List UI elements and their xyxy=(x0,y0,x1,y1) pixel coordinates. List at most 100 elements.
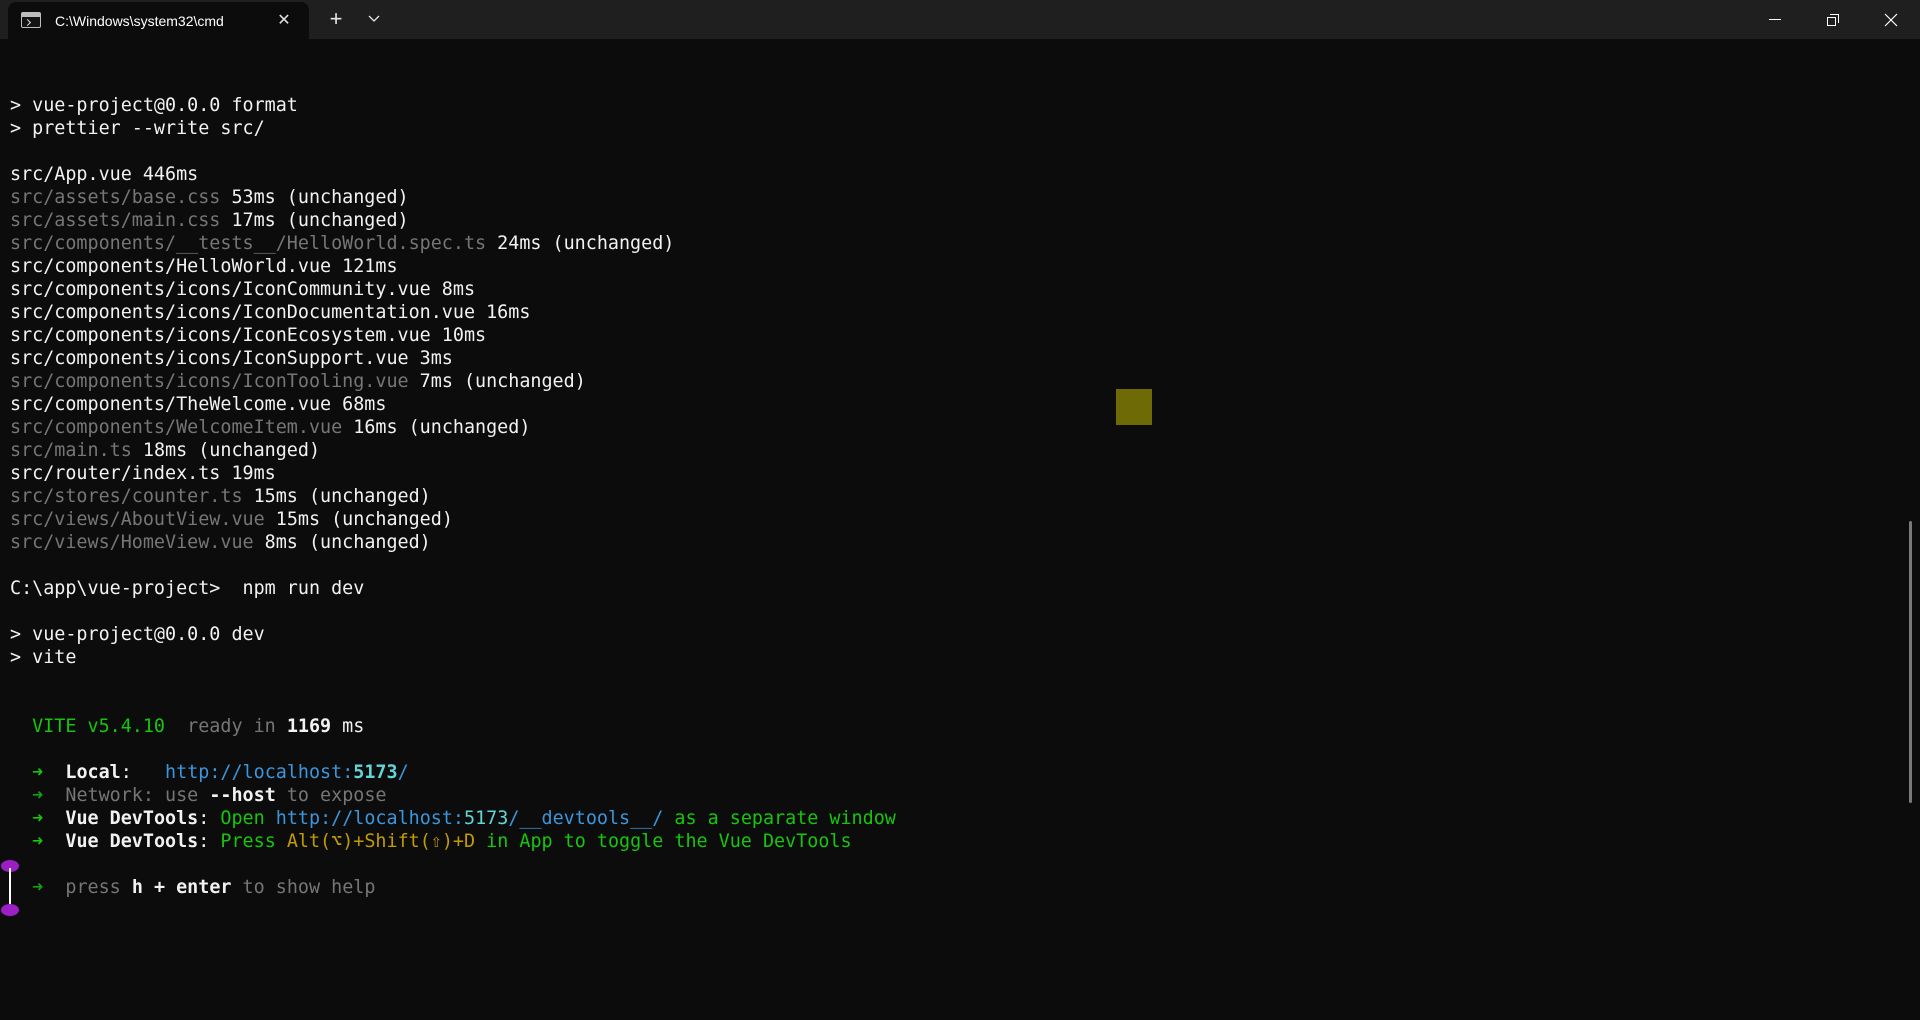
terminal-text: / xyxy=(397,762,409,783)
terminal-line: ➜ press h + enter to show help xyxy=(10,876,896,899)
terminal-text: Alt(⌥)+Shift(⇧)+D xyxy=(286,831,476,852)
terminal-text: as a separate window xyxy=(663,808,896,829)
terminal-line: src/components/icons/IconTooling.vue 7ms… xyxy=(10,370,896,393)
terminal-text: src/assets/base.css xyxy=(10,187,221,208)
terminal-line: > vue-project@0.0.0 format xyxy=(10,94,896,117)
terminal-text: press xyxy=(65,877,132,898)
close-window-button[interactable] xyxy=(1862,0,1920,39)
terminal-text: src/views/HomeView.vue xyxy=(10,532,254,553)
terminal-line: ➜ Local: http://localhost:5173/ xyxy=(10,761,896,784)
terminal-text: src/components/WelcomeItem.vue xyxy=(10,417,343,438)
terminal-line: src/main.ts 18ms (unchanged) xyxy=(10,439,896,462)
terminal-line: ➜ Vue DevTools: Press Alt(⌥)+Shift(⇧)+D … xyxy=(10,830,896,853)
new-tab-button[interactable]: + xyxy=(322,5,350,33)
terminal-text: --host xyxy=(209,785,276,806)
terminal-text: Network xyxy=(65,785,143,806)
terminal-line: src/components/WelcomeItem.vue 16ms (unc… xyxy=(10,416,896,439)
terminal-text: 1169 xyxy=(286,716,332,737)
terminal-line: src/components/icons/IconEcosystem.vue 1… xyxy=(10,324,896,347)
terminal-line: src/components/icons/IconDocumentation.v… xyxy=(10,301,896,324)
terminal-cursor xyxy=(1116,389,1152,425)
terminal-line: > vue-project@0.0.0 dev xyxy=(10,623,896,646)
terminal-text: src/components/HelloWorld.vue 121ms xyxy=(10,256,398,277)
terminal-text: Open xyxy=(220,808,276,829)
terminal-text: 24ms (unchanged) xyxy=(486,233,675,254)
terminal-text: ms xyxy=(331,716,365,737)
terminal-text: 15ms (unchanged) xyxy=(264,509,453,530)
terminal-text: 16ms (unchanged) xyxy=(342,417,531,438)
terminal-text: src/components/icons/IconEcosystem.vue 1… xyxy=(10,325,487,346)
terminal-text: src/views/AboutView.vue xyxy=(10,509,265,530)
terminal-text: : xyxy=(120,762,166,783)
terminal-text: ➜ xyxy=(10,785,66,806)
terminal-line: C:\app\vue-project> npm run dev xyxy=(10,577,896,600)
terminal-text: > vite xyxy=(10,647,77,668)
terminal-text: src/components/icons/IconTooling.vue xyxy=(10,371,409,392)
tab-title: C:\Windows\system32\cmd xyxy=(55,13,224,29)
terminal-line: src/components/HelloWorld.vue 121ms xyxy=(10,255,896,278)
restore-icon xyxy=(1827,13,1839,26)
terminal-text: Local xyxy=(65,762,121,783)
chevron-down-icon[interactable] xyxy=(361,5,387,33)
restore-button[interactable] xyxy=(1804,0,1862,39)
terminal-text: > vue-project@0.0.0 dev xyxy=(10,624,265,645)
terminal-text: ➜ xyxy=(10,808,66,829)
tab-cmd[interactable]: C:\Windows\system32\cmd ✕ xyxy=(8,2,309,39)
terminal-text: src/assets/main.css xyxy=(10,210,221,231)
terminal-text: 53ms (unchanged) xyxy=(220,187,409,208)
terminal-text: src/components/icons/IconDocumentation.v… xyxy=(10,302,531,323)
terminal-text: VITE v5.4.10 xyxy=(10,716,166,737)
terminal-output[interactable]: > vue-project@0.0.0 format > prettier --w… xyxy=(0,39,1920,1020)
terminal-text: src/components/icons/IconSupport.vue 3ms xyxy=(10,348,453,369)
close-window-icon xyxy=(1884,13,1898,26)
terminal-text: C:\app\vue-project> npm run dev xyxy=(10,578,365,599)
close-icon[interactable]: ✕ xyxy=(271,8,297,34)
terminal-text: in App to toggle the Vue DevTools xyxy=(475,831,852,852)
terminal-line: > prettier --write src/ xyxy=(10,117,896,140)
terminal-line: src/components/icons/IconSupport.vue 3ms xyxy=(10,347,896,370)
terminal-text: > prettier --write src/ xyxy=(10,118,265,139)
terminal-text: to show help xyxy=(231,877,376,898)
terminal-text: src/components/icons/IconCommunity.vue 8… xyxy=(10,279,476,300)
terminal-line: src/components/icons/IconCommunity.vue 8… xyxy=(10,278,896,301)
minimize-button[interactable] xyxy=(1746,0,1804,39)
terminal-text: Vue DevTools xyxy=(65,831,199,852)
terminal-text: 8ms (unchanged) xyxy=(253,532,431,553)
terminal-line: ➜ Network: use --host to expose xyxy=(10,784,896,807)
terminal-text: http://localhost: xyxy=(275,808,465,829)
ibeam-cursor-icon xyxy=(0,860,20,916)
terminal-line: src/views/AboutView.vue 15ms (unchanged) xyxy=(10,508,896,531)
terminal-line: > vite xyxy=(10,646,896,669)
scrollbar[interactable] xyxy=(1909,521,1912,803)
terminal-text: 18ms (unchanged) xyxy=(131,440,321,461)
terminal-text: > vue-project@0.0.0 format xyxy=(10,95,298,116)
terminal-text: src/components/TheWelcome.vue 68ms xyxy=(10,394,387,415)
terminal-line: VITE v5.4.10 ready in 1169 ms xyxy=(10,715,896,738)
terminal-text: ➜ xyxy=(10,831,66,852)
terminal-text: http://localhost: xyxy=(165,762,354,783)
terminal-text: src/stores/counter.ts xyxy=(10,486,243,507)
terminal-text: 17ms (unchanged) xyxy=(220,210,409,231)
terminal-line: src/views/HomeView.vue 8ms (unchanged) xyxy=(10,531,896,554)
terminal-text: 7ms (unchanged) xyxy=(408,371,586,392)
terminal-text: : xyxy=(198,831,221,852)
terminal-line: ➜ Vue DevTools: Open http://localhost:51… xyxy=(10,807,896,830)
terminal-line: src/App.vue 446ms xyxy=(10,163,896,186)
terminal-line: src/assets/base.css 53ms (unchanged) xyxy=(10,186,896,209)
terminal-text: Vue DevTools xyxy=(65,808,199,829)
terminal-text: ➜ xyxy=(10,762,66,783)
terminal-text: : use xyxy=(142,785,210,806)
terminal-text: 5173 xyxy=(464,808,509,829)
terminal-text: 15ms (unchanged) xyxy=(242,486,431,507)
terminal-text: ready in xyxy=(165,716,287,737)
terminal-text: to expose xyxy=(275,785,387,806)
terminal-line: src/components/TheWelcome.vue 68ms xyxy=(10,393,896,416)
